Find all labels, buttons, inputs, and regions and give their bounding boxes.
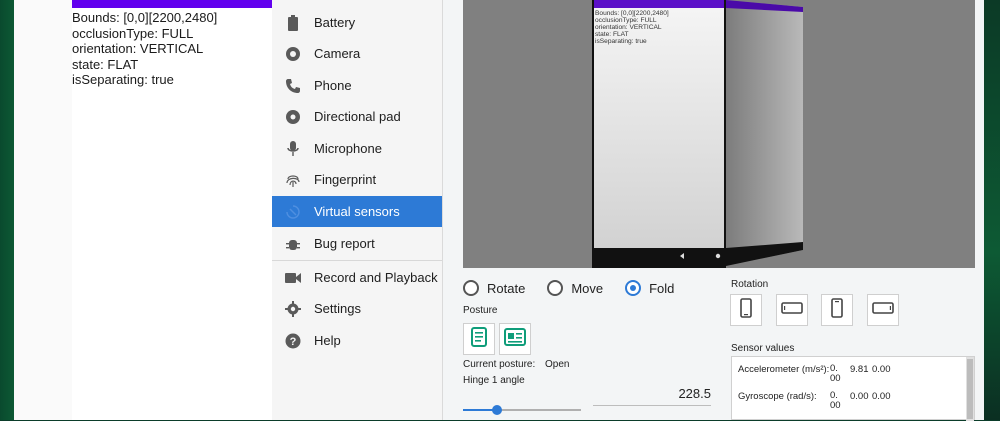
radio-fold-label: Fold [649, 280, 675, 296]
fingerprint-icon [284, 171, 302, 189]
info-state: state: FLAT [72, 56, 139, 72]
sensor-gyro-z: 0.00 [872, 391, 891, 402]
radio-rotate-circle[interactable] [463, 280, 479, 296]
nav-label-record-playback: Record and Playback [314, 270, 438, 285]
help-icon: ? [284, 332, 302, 350]
hinge-angle-slider[interactable] [463, 405, 581, 415]
nav-label-fingerprint: Fingerprint [314, 172, 377, 187]
gear-icon [284, 300, 302, 318]
extended-controls-nav: Battery Camera Phone Directional pad Mic [272, 0, 443, 420]
device-3d-preview[interactable]: Bounds: [0,0][2200,2480] occlusionType: … [463, 0, 975, 268]
svg-text:?: ? [290, 336, 297, 348]
folded-device-render: Bounds: [0,0][2200,2480] occlusionType: … [463, 0, 975, 268]
sensor-scrollbar-thumb[interactable] [967, 359, 973, 419]
nav-item-directional-pad[interactable]: Directional pad [272, 101, 442, 132]
radio-rotate-label: Rotate [487, 280, 526, 296]
preview-line-occlusion: occlusionType: FULL [595, 17, 657, 24]
nav-divider [272, 260, 442, 261]
reverse-landscape-device-icon [872, 301, 894, 319]
posture-open-icon [504, 327, 526, 351]
posture-book-icon [471, 326, 487, 352]
radio-fold[interactable]: Fold [625, 280, 674, 296]
sensor-accel-x: 0. 00 [830, 363, 841, 384]
nav-item-camera[interactable]: Camera [272, 38, 442, 69]
nav-label-help: Help [314, 333, 341, 348]
rotate-reverse-landscape-button[interactable] [867, 294, 899, 326]
extended-controls-window: Battery Camera Phone Directional pad Mic [272, 0, 984, 421]
nav-item-microphone[interactable]: Microphone [272, 133, 442, 164]
landscape-device-icon [781, 301, 803, 319]
nav-item-bug-report[interactable]: Bug report [272, 228, 442, 259]
sensor-accel-z: 0.00 [872, 364, 891, 375]
app-toolbar [72, 0, 272, 8]
sensor-values-table[interactable]: Accelerometer (m/s²): 0. 00 9.81 0.00 Gy… [731, 356, 975, 421]
nav-item-fingerprint[interactable]: Fingerprint [272, 164, 442, 195]
info-separating: isSeparating: true [72, 72, 174, 87]
rotate-portrait-button[interactable] [730, 294, 762, 326]
posture-closed-button[interactable] [463, 323, 495, 355]
hinge-angle-input[interactable]: 228.5 [593, 383, 711, 406]
rotate-reverse-portrait-button[interactable] [821, 294, 853, 326]
sensor-name-accelerometer: Accelerometer (m/s²): [738, 364, 830, 375]
radio-move-circle[interactable] [547, 280, 564, 296]
dpad-icon [284, 108, 302, 126]
sensor-gyro-y: 0.00 [850, 391, 869, 402]
info-orientation: orientation: VERTICAL [72, 41, 204, 56]
posture-open-button[interactable] [499, 323, 531, 355]
sensor-accel-y: 9.81 [850, 364, 869, 375]
posture-label: Posture [463, 305, 498, 316]
battery-icon [284, 14, 302, 32]
sensor-gyro-x: 0. 00 [830, 390, 841, 411]
window-info-text: Bounds: [0,0][2200,2480] occlusionType: … [72, 10, 217, 88]
nav-label-phone: Phone [314, 78, 352, 93]
radio-fold-circle[interactable] [625, 280, 642, 296]
nav-item-record-playback[interactable]: Record and Playback [272, 262, 442, 293]
radio-rotate[interactable]: Rotate [463, 280, 525, 296]
video-icon [284, 269, 302, 287]
reverse-portrait-device-icon [831, 297, 843, 323]
mode-radio-group: Rotate Move Fold [463, 280, 696, 296]
nav-label-directional-pad: Directional pad [314, 109, 401, 124]
app-gutter [14, 0, 72, 420]
nav-label-settings: Settings [314, 301, 361, 316]
virtual-sensors-panel: Bounds: [0,0][2200,2480] occlusionType: … [443, 0, 984, 421]
nav-label-bug-report: Bug report [314, 236, 375, 251]
radio-move[interactable]: Move [547, 280, 603, 296]
camera-icon [284, 45, 302, 63]
radio-move-label: Move [571, 280, 604, 296]
nav-label-camera: Camera [314, 46, 361, 61]
nav-label-battery: Battery [314, 15, 356, 30]
sensor-row-accelerometer: Accelerometer (m/s²): 0. 00 9.81 0.00 [738, 364, 894, 384]
sensor-values-label: Sensor values [731, 343, 795, 354]
virtual-sensors-icon [284, 203, 302, 221]
hinge-angle-label: Hinge 1 angle [463, 375, 525, 386]
sensor-row-gyroscope: Gyroscope (rad/s): 0. 00 0.00 0.00 [738, 391, 894, 411]
microphone-icon [284, 140, 302, 158]
nav-item-phone[interactable]: Phone [272, 70, 442, 101]
desktop-background-right [982, 0, 1000, 420]
nav-label-virtual-sensors: Virtual sensors [314, 204, 400, 219]
preview-line-orientation: orientation: VERTICAL [595, 24, 662, 31]
info-occlusion: occlusionType: FULL [72, 25, 194, 41]
sensor-name-gyroscope: Gyroscope (rad/s): [738, 391, 817, 402]
bug-icon [284, 235, 302, 253]
nav-item-help[interactable]: ? Help [272, 325, 442, 356]
current-posture-label: Current posture: [463, 359, 536, 370]
phone-icon [284, 77, 302, 95]
nav-item-battery[interactable]: Battery [272, 7, 442, 38]
rotation-label: Rotation [731, 279, 769, 290]
nav-item-settings[interactable]: Settings [272, 293, 442, 324]
info-bounds: Bounds: [0,0][2200,2480] [72, 10, 218, 25]
preview-line-separating: isSeparating: true [595, 38, 647, 45]
sensor-scrollbar[interactable] [966, 357, 974, 421]
portrait-device-icon [740, 297, 752, 323]
nav-item-virtual-sensors[interactable]: Virtual sensors [272, 196, 442, 227]
current-posture-value: Open [545, 359, 570, 370]
nav-label-microphone: Microphone [314, 141, 382, 156]
rotate-landscape-button[interactable] [776, 294, 808, 326]
preview-line-bounds: Bounds: [0,0][2200,2480] [595, 10, 669, 17]
preview-line-state: state: FLAT [595, 31, 629, 38]
